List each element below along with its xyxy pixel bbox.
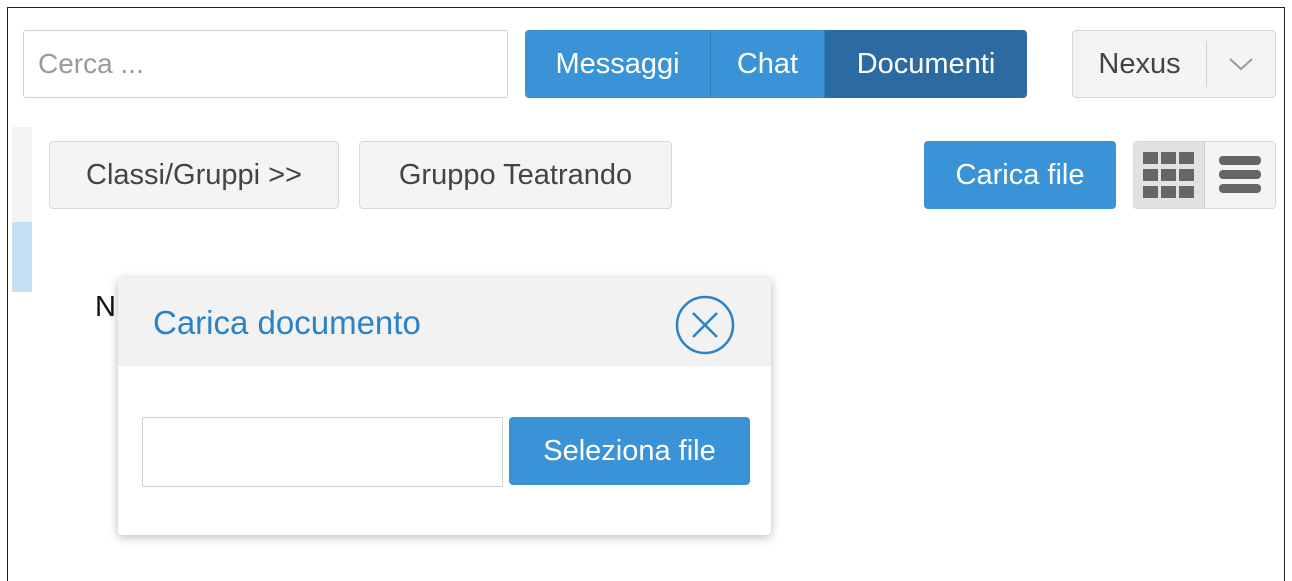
grid-view-icon[interactable] <box>1134 142 1205 208</box>
breadcrumb-classi-gruppi[interactable]: Classi/Gruppi >> <box>49 141 339 209</box>
file-path-field[interactable] <box>142 417 503 487</box>
view-toggle <box>1133 141 1276 209</box>
profile-dropdown[interactable]: Nexus <box>1072 30 1276 98</box>
close-circle-icon[interactable] <box>674 294 736 356</box>
modal-header: Carica documento <box>118 278 771 366</box>
modal-title: Carica documento <box>153 304 421 341</box>
chevron-down-icon[interactable] <box>1207 31 1275 97</box>
search-input[interactable] <box>23 30 508 98</box>
sidebar-strip <box>12 127 32 227</box>
list-view-icon[interactable] <box>1205 142 1275 208</box>
tab-documenti[interactable]: Documenti <box>825 30 1027 98</box>
tab-chat[interactable]: Chat <box>711 30 825 98</box>
upload-modal: Carica documento Seleziona file <box>118 278 771 535</box>
app-frame: Messaggi Chat Documenti Nexus Classi/Gru… <box>7 7 1285 581</box>
select-file-button[interactable]: Seleziona file <box>509 417 750 485</box>
main-nav: Messaggi Chat Documenti <box>525 30 1027 98</box>
sidebar-strip-selected[interactable] <box>12 222 32 292</box>
tab-messaggi[interactable]: Messaggi <box>525 30 711 98</box>
upload-file-button[interactable]: Carica file <box>924 141 1116 209</box>
content-text: N <box>95 291 116 323</box>
profile-dropdown-label: Nexus <box>1098 47 1181 80</box>
breadcrumb-gruppo-teatrando[interactable]: Gruppo Teatrando <box>359 141 672 209</box>
